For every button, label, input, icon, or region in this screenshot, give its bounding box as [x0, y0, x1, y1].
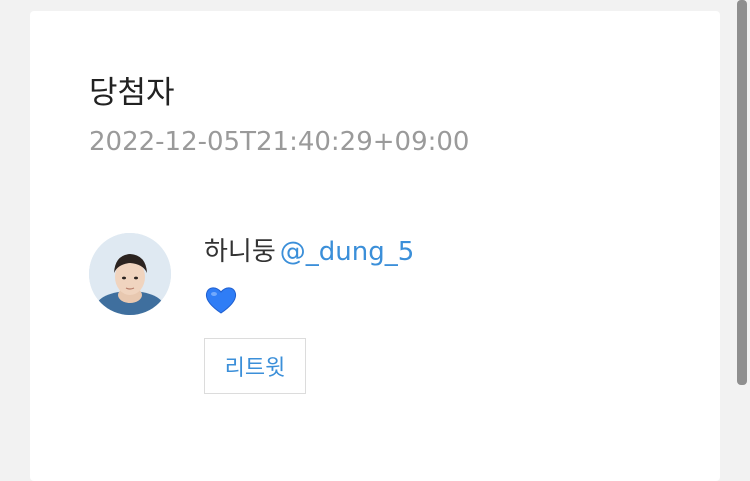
blue-heart-icon [204, 283, 238, 317]
profile-photo [89, 233, 171, 315]
page-title: 당첨자 [89, 75, 175, 111]
user-name: 하니둥 [204, 237, 276, 267]
page-scrollbar[interactable] [737, 0, 747, 385]
avatar[interactable] [89, 233, 171, 315]
winner-card: 당첨자 2022-12-05T21:40:29+09:00 하니둥 @_dung_… [30, 11, 720, 481]
user-line: 하니둥 @_dung_5 [204, 237, 414, 268]
retweet-button[interactable]: 리트윗 [204, 338, 306, 394]
timestamp: 2022-12-05T21:40:29+09:00 [89, 127, 470, 157]
user-handle-link[interactable]: @_dung_5 [280, 237, 415, 267]
